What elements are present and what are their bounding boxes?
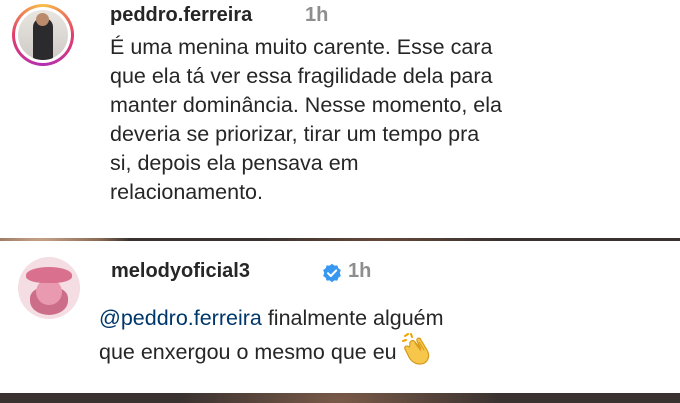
reply-line: que enxergou o mesmo que eu [99,333,679,367]
avatar-photo [18,10,68,60]
reply-line: @peddro.ferreira finalmente alguém [99,304,679,333]
comment-line: deveria se priorizar, tirar um tempo pra [110,122,480,146]
comment-line: relacionamento. [110,180,263,204]
username[interactable]: peddro.ferreira [110,4,252,27]
comment-timestamp: 1h [348,260,372,282]
comment-card: peddro.ferreira 1h É uma menina muito ca… [0,0,680,238]
avatar-person-head [36,13,49,26]
avatar-hat [26,267,72,283]
comment-line: si, depois ela pensava em [110,151,359,175]
comment-timestamp: 1h [305,4,329,26]
clapping-hands-icon [401,333,429,365]
comment-line: É uma menina muito carente. Esse cara [110,35,493,59]
comment-text: É uma menina muito carente. Esse cara qu… [110,33,675,207]
reply-text: @peddro.ferreira finalmente alguém que e… [99,304,679,367]
reply-text-rest: finalmente alguém [261,306,444,330]
mention-link[interactable]: @peddro.ferreira [99,306,262,330]
reply-text-second-line: que enxergou o mesmo que eu [99,340,397,364]
avatar[interactable] [18,257,80,319]
comment-line: manter dominância. Nesse momento, ela [110,93,502,117]
comment-line: que ela tá ver essa fragilidade dela par… [110,64,493,88]
verified-badge-icon [323,263,341,283]
avatar[interactable] [12,4,74,66]
username[interactable]: melodyoficial3 [111,260,250,283]
